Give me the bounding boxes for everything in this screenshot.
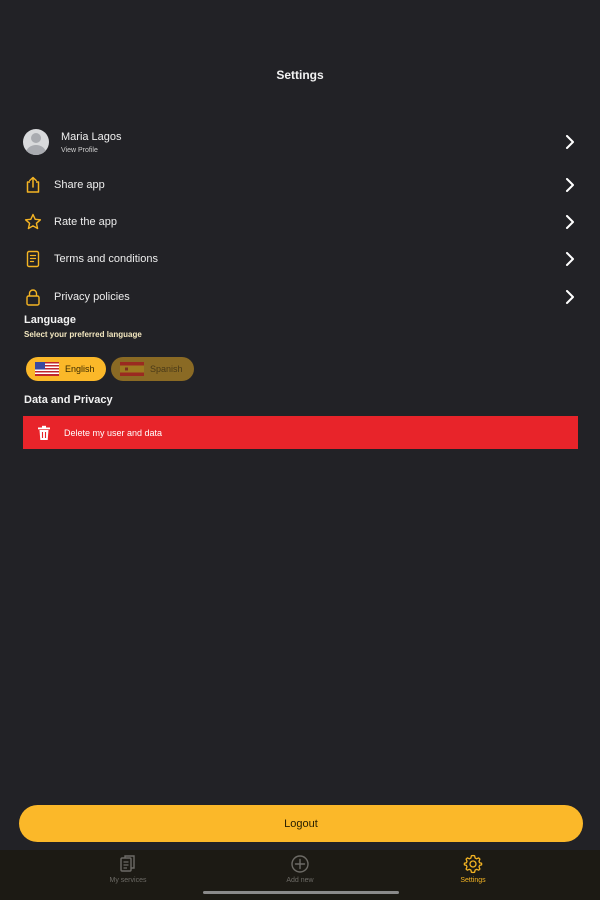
delete-user-button[interactable]: Delete my user and data (23, 416, 578, 449)
menu-item-privacy[interactable]: Privacy policies (23, 282, 577, 312)
chevron-right-icon (563, 252, 577, 266)
settings-screen: Settings Maria Lagos View Profile Share … (0, 0, 600, 900)
tab-label: My services (109, 877, 147, 884)
home-indicator (203, 891, 399, 894)
language-label: English (65, 364, 95, 374)
star-icon (23, 212, 43, 232)
menu-item-share-app[interactable]: Share app (23, 170, 577, 200)
language-label: Spanish (150, 364, 183, 374)
lock-icon (23, 287, 43, 307)
menu-item-rate-app[interactable]: Rate the app (23, 207, 577, 237)
data-privacy-title: Data and Privacy (24, 394, 113, 406)
menu-item-label: Privacy policies (54, 291, 130, 303)
documents-icon (120, 855, 135, 872)
language-subtitle: Select your preferred language (24, 330, 142, 339)
share-icon (23, 175, 43, 195)
chevron-right-icon (563, 290, 577, 304)
tab-label: Add new (286, 877, 314, 884)
page-title: Settings (276, 68, 324, 82)
language-title: Language (24, 314, 76, 326)
tab-my-services[interactable]: My services (68, 854, 188, 890)
language-option-spanish[interactable]: Spanish (111, 357, 194, 381)
tab-add-new[interactable]: Add new (240, 854, 360, 890)
menu-item-label: Rate the app (54, 216, 117, 228)
gear-icon (463, 854, 483, 874)
tab-settings[interactable]: Settings (413, 854, 533, 890)
plus-circle-icon (291, 855, 309, 873)
chevron-right-icon (563, 178, 577, 192)
logout-button[interactable]: Logout (19, 805, 583, 842)
tab-label: Settings (460, 877, 486, 884)
view-profile-link[interactable]: View Profile (61, 147, 563, 154)
profile-name: Maria Lagos (61, 130, 122, 143)
profile-row[interactable]: Maria Lagos View Profile (23, 126, 577, 158)
avatar-icon (23, 129, 49, 155)
language-option-english[interactable]: English (26, 357, 106, 381)
chevron-right-icon (563, 135, 577, 149)
menu-item-label: Terms and conditions (54, 253, 158, 265)
menu-item-label: Share app (54, 179, 105, 191)
menu-item-terms[interactable]: Terms and conditions (23, 244, 577, 274)
us-flag-icon (35, 362, 59, 376)
document-icon (23, 249, 43, 269)
spain-flag-icon (120, 362, 144, 376)
delete-label: Delete my user and data (64, 427, 163, 438)
chevron-right-icon (563, 215, 577, 229)
profile-text: Maria Lagos View Profile (61, 131, 563, 154)
trash-icon (38, 425, 50, 440)
